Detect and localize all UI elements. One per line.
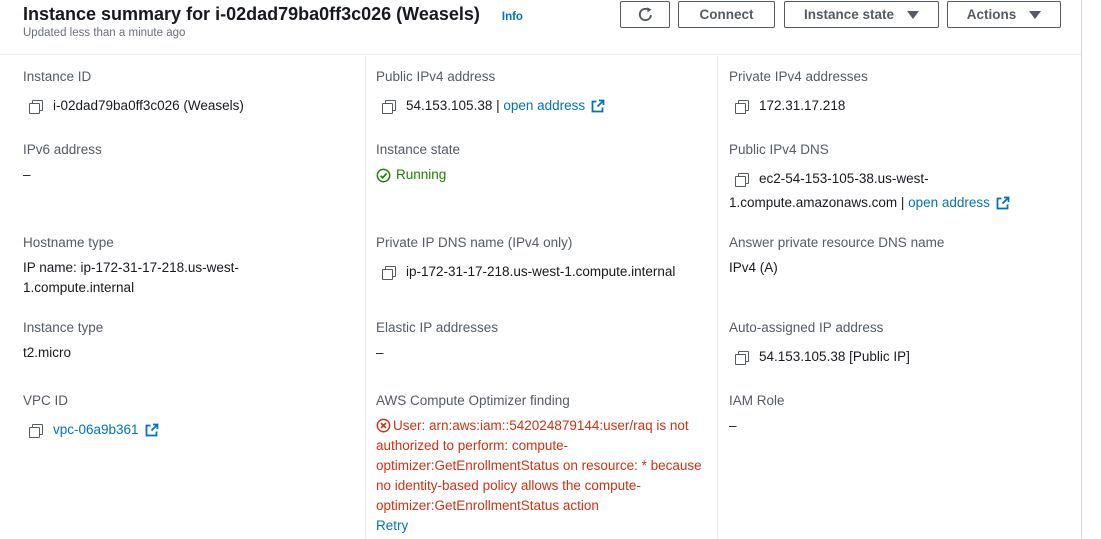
- public-dns-value-line2: 1.compute.amazonaws.com | open address: [729, 193, 1010, 213]
- private-ipv4-text: 172.31.17.218: [759, 98, 846, 113]
- instance-id-value: i-02dad79ba0ff3c026 (Weasels): [29, 96, 244, 116]
- actions-label: Actions: [966, 7, 1017, 22]
- external-link-icon[interactable]: [996, 196, 1010, 210]
- answer-dns-value: IPv4 (A): [729, 260, 778, 275]
- copy-icon[interactable]: [29, 99, 43, 114]
- summary-header: Instance summary for i-02dad79ba0ff3c026…: [0, 0, 1081, 55]
- public-ipv4-value: 54.153.105.38 | open address: [382, 96, 605, 116]
- column-divider: [717, 56, 718, 539]
- updated-status: Updated less than a minute ago: [23, 27, 186, 39]
- refresh-icon: [638, 7, 652, 22]
- field-label: VPC ID: [23, 393, 69, 408]
- vpc-id-value: vpc-06a9b361: [29, 420, 159, 440]
- private-dns-text: ip-172-31-17-218.us-west-1.compute.inter…: [406, 264, 676, 279]
- caret-down-icon: [907, 10, 920, 19]
- separator: |: [897, 195, 909, 210]
- public-dns-value-line1: ec2-54-153-105-38.us-west-: [735, 169, 929, 189]
- field-label: Public IPv4 DNS: [729, 142, 829, 157]
- caret-down-icon: [1029, 10, 1042, 19]
- hostname-type-value: IP name: ip-172-31-17-218.us-west-1.comp…: [23, 260, 239, 295]
- public-dns-text-1: ec2-54-153-105-38.us-west-: [759, 171, 929, 186]
- title-row: Instance summary for i-02dad79ba0ff3c026…: [23, 4, 523, 25]
- retry-link[interactable]: Retry: [376, 516, 408, 536]
- check-circle-icon: [376, 168, 391, 182]
- copy-icon[interactable]: [382, 99, 396, 114]
- field-public-ipv4: Public IPv4 address: [376, 69, 495, 84]
- copy-icon[interactable]: [29, 423, 43, 438]
- instance-state-dropdown[interactable]: Instance state: [784, 1, 939, 28]
- copy-icon[interactable]: [735, 172, 749, 187]
- elastic-ip-value: –: [376, 345, 384, 360]
- field-label: Answer private resource DNS name: [729, 235, 945, 250]
- connect-button[interactable]: Connect: [678, 1, 775, 28]
- field-label: IPv6 address: [23, 142, 102, 157]
- field-auto-ip: Auto-assigned IP address: [729, 320, 883, 335]
- copy-icon[interactable]: [735, 350, 749, 365]
- instance-summary-panel: Instance summary for i-02dad79ba0ff3c026…: [0, 0, 1082, 539]
- optimizer-error-text: User: arn:aws:iam::542024879144:user/raq…: [376, 418, 702, 513]
- public-dns-text-2: 1.compute.amazonaws.com: [729, 195, 898, 210]
- column-divider: [365, 56, 366, 539]
- field-iam-role: IAM Role: [729, 393, 785, 408]
- field-private-ipv4: Private IPv4 addresses: [729, 69, 868, 84]
- private-ipv4-value: 172.31.17.218: [735, 96, 845, 116]
- field-label: Instance type: [23, 320, 104, 335]
- info-link[interactable]: Info: [502, 11, 523, 23]
- field-private-dns: Private IP DNS name (IPv4 only): [376, 235, 572, 250]
- field-instance-type: Instance type: [23, 320, 103, 335]
- instance-type-value: t2.micro: [23, 345, 72, 360]
- optimizer-error: User: arn:aws:iam::542024879144:user/raq…: [376, 416, 716, 516]
- field-answer-dns: Answer private resource DNS name: [729, 235, 944, 250]
- open-address-link[interactable]: open address: [503, 96, 585, 116]
- field-label: IAM Role: [729, 393, 785, 408]
- instance-id-text: i-02dad79ba0ff3c026 (Weasels): [53, 98, 244, 113]
- field-label: AWS Compute Optimizer finding: [376, 393, 570, 408]
- external-link-icon[interactable]: [591, 99, 605, 113]
- ipv6-value: –: [23, 167, 31, 182]
- auto-ip-text: 54.153.105.38 [Public IP]: [759, 349, 910, 364]
- field-label: Private IPv4 addresses: [729, 69, 868, 84]
- auto-ip-value: 54.153.105.38 [Public IP]: [735, 347, 910, 367]
- error-circle-icon: [376, 418, 391, 433]
- external-link-icon[interactable]: [145, 423, 159, 437]
- field-hostname-type: Hostname type: [23, 235, 114, 250]
- field-label: Auto-assigned IP address: [729, 320, 884, 335]
- field-label: Elastic IP addresses: [376, 320, 499, 335]
- field-label: Hostname type: [23, 235, 114, 250]
- instance-state-text: Running: [396, 167, 447, 182]
- field-public-dns: Public IPv4 DNS: [729, 142, 829, 157]
- copy-icon[interactable]: [382, 265, 396, 280]
- field-instance-state: Instance state: [376, 142, 460, 157]
- field-label: Public IPv4 address: [376, 69, 496, 84]
- actions-dropdown[interactable]: Actions: [947, 1, 1061, 28]
- field-elastic-ip: Elastic IP addresses: [376, 320, 498, 335]
- vpc-id-link[interactable]: vpc-06a9b361: [53, 420, 139, 440]
- page-title: Instance summary for i-02dad79ba0ff3c026…: [23, 4, 480, 24]
- public-ipv4-text: 54.153.105.38: [406, 98, 493, 113]
- iam-role-value: –: [729, 418, 737, 433]
- instance-state-value: Running: [376, 165, 446, 185]
- field-instance-id: Instance ID: [23, 69, 91, 84]
- separator: |: [492, 98, 504, 113]
- field-label: Instance state: [376, 142, 461, 157]
- field-vpc-id: VPC ID: [23, 393, 68, 408]
- instance-state-label: Instance state: [803, 7, 895, 22]
- field-label: Private IP DNS name (IPv4 only): [376, 235, 573, 250]
- refresh-button[interactable]: [620, 1, 670, 28]
- field-ipv6: IPv6 address: [23, 142, 102, 157]
- copy-icon[interactable]: [735, 99, 749, 114]
- private-dns-value: ip-172-31-17-218.us-west-1.compute.inter…: [382, 262, 675, 282]
- field-optimizer: AWS Compute Optimizer finding: [376, 393, 570, 408]
- open-address-link[interactable]: open address: [908, 193, 990, 213]
- field-label: Instance ID: [23, 69, 92, 84]
